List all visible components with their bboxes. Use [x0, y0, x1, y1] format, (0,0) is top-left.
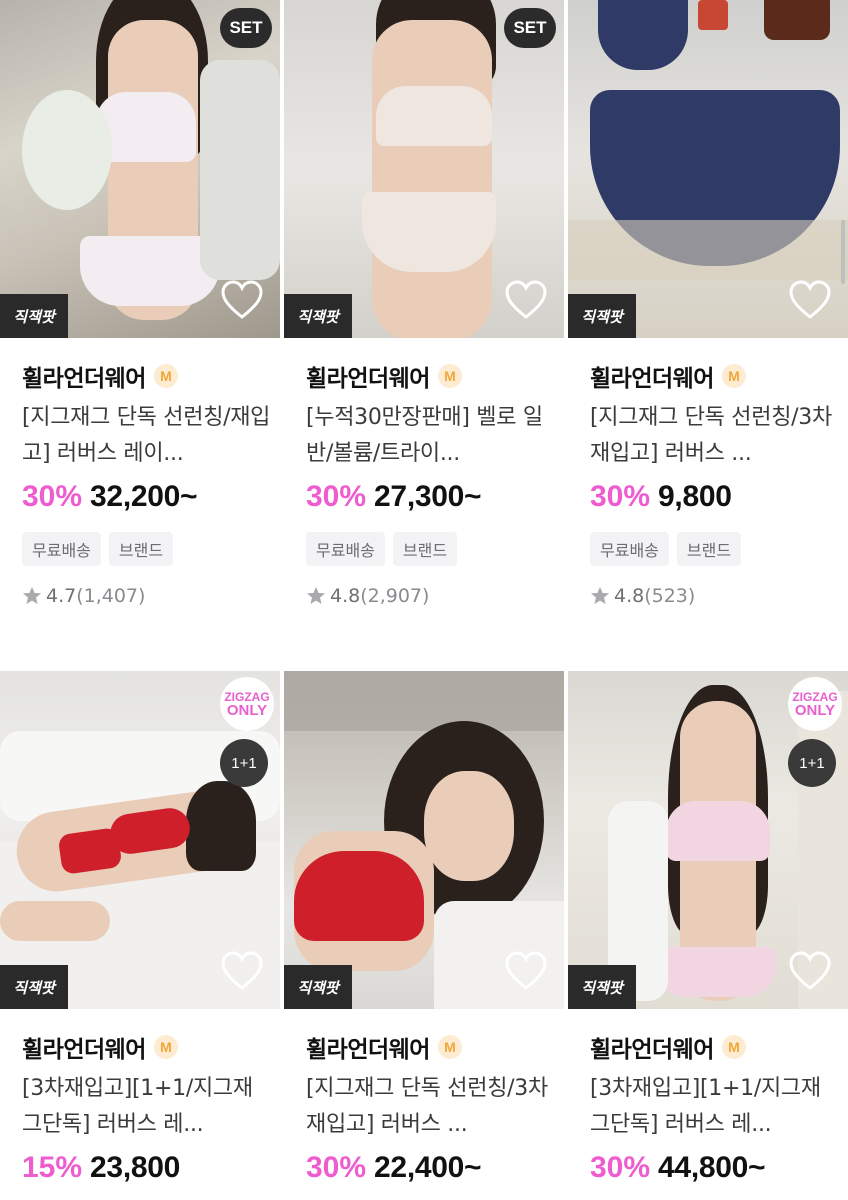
- free-shipping-tag: 무료배송: [590, 532, 669, 566]
- zigzag-badge-line2: ONLY: [794, 702, 836, 719]
- free-shipping-tag: 무료배송: [22, 532, 101, 566]
- heart-icon[interactable]: [220, 951, 264, 991]
- zigzag-only-badge: ZIGZAG ONLY: [220, 677, 274, 731]
- product-title[interactable]: [3차재입고][1+1/지그재그단독] 러버스 레...: [22, 1071, 272, 1143]
- review-count: (523): [644, 585, 696, 607]
- rating-score: 4.8: [614, 585, 645, 607]
- review-count: (1,407): [76, 585, 146, 607]
- brand-tag: 브랜드: [108, 532, 174, 566]
- rating: 4.8 (523): [590, 584, 848, 608]
- product-image[interactable]: SET 직잭팟: [0, 0, 280, 338]
- price: 22,400~: [374, 1151, 482, 1184]
- heart-icon[interactable]: [220, 280, 264, 320]
- grade-badge: M: [437, 1035, 462, 1059]
- store-name[interactable]: 휠라언더웨어: [22, 1030, 146, 1064]
- zigzag-only-badge: ZIGZAG ONLY: [788, 677, 842, 731]
- jackpot-badge: 직잭팟: [568, 965, 636, 1009]
- zigzag-badge-line2: ONLY: [226, 702, 268, 719]
- store-name[interactable]: 휠라언더웨어: [590, 359, 714, 393]
- price: 23,800: [90, 1151, 181, 1184]
- product-title[interactable]: [지그재그 단독 선런칭/3차재입고] 러버스 ...: [590, 400, 840, 472]
- grade-badge: M: [721, 364, 746, 388]
- product-title[interactable]: [3차재입고][1+1/지그재그단독] 러버스 레...: [590, 1071, 840, 1143]
- discount-rate: 30%: [590, 480, 651, 513]
- grade-badge: M: [437, 364, 462, 388]
- discount-rate: 30%: [590, 1151, 651, 1184]
- store-name[interactable]: 휠라언더웨어: [306, 1030, 430, 1064]
- discount-rate: 30%: [22, 480, 83, 513]
- product-title[interactable]: [지그재그 단독 선런칭/3차재입고] 러버스 ...: [306, 1071, 556, 1143]
- jackpot-badge: 직잭팟: [284, 965, 352, 1009]
- brand-tag: 브랜드: [392, 532, 458, 566]
- star-icon: [307, 587, 325, 604]
- rating: 4.7 (1,407): [22, 584, 280, 608]
- heart-icon[interactable]: [788, 951, 832, 991]
- brand-tag: 브랜드: [676, 532, 742, 566]
- jackpot-badge: 직잭팟: [0, 965, 68, 1009]
- heart-icon[interactable]: [788, 280, 832, 320]
- discount-rate: 30%: [306, 480, 367, 513]
- one-plus-one-badge: 1+1: [220, 739, 268, 787]
- product-image[interactable]: ZIGZAG ONLY 1+1 직잭팟: [0, 671, 280, 1009]
- grade-badge: M: [721, 1035, 746, 1059]
- star-icon: [591, 587, 609, 604]
- discount-rate: 30%: [306, 1151, 367, 1184]
- set-badge: SET: [504, 8, 556, 48]
- price: 27,300~: [374, 480, 482, 513]
- product-image[interactable]: 직잭팟: [284, 671, 564, 1009]
- rating-score: 4.8: [330, 585, 361, 607]
- scrollbar[interactable]: [841, 220, 845, 284]
- jackpot-badge: 직잭팟: [568, 294, 636, 338]
- store-name[interactable]: 휠라언더웨어: [22, 359, 146, 393]
- free-shipping-tag: 무료배송: [306, 532, 385, 566]
- jackpot-badge: 직잭팟: [284, 294, 352, 338]
- store-name[interactable]: 휠라언더웨어: [590, 1030, 714, 1064]
- product-card[interactable]: SET 직잭팟 휠라언더웨어 M [누적30만장판매] 벨로 일반/볼륨/트라이…: [284, 0, 564, 608]
- product-card[interactable]: SET 직잭팟 휠라언더웨어 M [지그재그 단독 선런칭/재입고] 러버스 레…: [0, 0, 280, 608]
- rating-score: 4.7: [46, 585, 77, 607]
- price: 32,200~: [90, 480, 198, 513]
- grade-badge: M: [153, 1035, 178, 1059]
- product-card[interactable]: ZIGZAG ONLY 1+1 직잭팟 휠라언더웨어 M [3차재입고][1+1…: [568, 671, 848, 1191]
- star-icon: [23, 587, 41, 604]
- product-title[interactable]: [누적30만장판매] 벨로 일반/볼륨/트라이...: [306, 400, 556, 472]
- product-card[interactable]: ZIGZAG ONLY 1+1 직잭팟 휠라언더웨어 M [3차재입고][1+1…: [0, 671, 280, 1191]
- price: 44,800~: [658, 1151, 766, 1184]
- heart-icon[interactable]: [504, 280, 548, 320]
- heart-icon[interactable]: [504, 951, 548, 991]
- store-name[interactable]: 휠라언더웨어: [306, 359, 430, 393]
- price: 9,800: [658, 480, 732, 513]
- product-image[interactable]: ZIGZAG ONLY 1+1 직잭팟: [568, 671, 848, 1009]
- set-badge: SET: [220, 8, 272, 48]
- product-title[interactable]: [지그재그 단독 선런칭/재입고] 러버스 레이...: [22, 400, 272, 472]
- rating: 4.8 (2,907): [306, 584, 564, 608]
- product-grid: SET 직잭팟 휠라언더웨어 M [지그재그 단독 선런칭/재입고] 러버스 레…: [0, 0, 848, 1200]
- product-card[interactable]: 직잭팟 휠라언더웨어 M [지그재그 단독 선런칭/3차재입고] 러버스 ...…: [568, 0, 848, 608]
- product-image[interactable]: 직잭팟: [568, 0, 848, 338]
- product-image[interactable]: SET 직잭팟: [284, 0, 564, 338]
- one-plus-one-badge: 1+1: [788, 739, 836, 787]
- discount-rate: 15%: [22, 1151, 83, 1184]
- grade-badge: M: [153, 364, 178, 388]
- product-card[interactable]: 직잭팟 휠라언더웨어 M [지그재그 단독 선런칭/3차재입고] 러버스 ...…: [284, 671, 564, 1191]
- review-count: (2,907): [360, 585, 430, 607]
- jackpot-badge: 직잭팟: [0, 294, 68, 338]
